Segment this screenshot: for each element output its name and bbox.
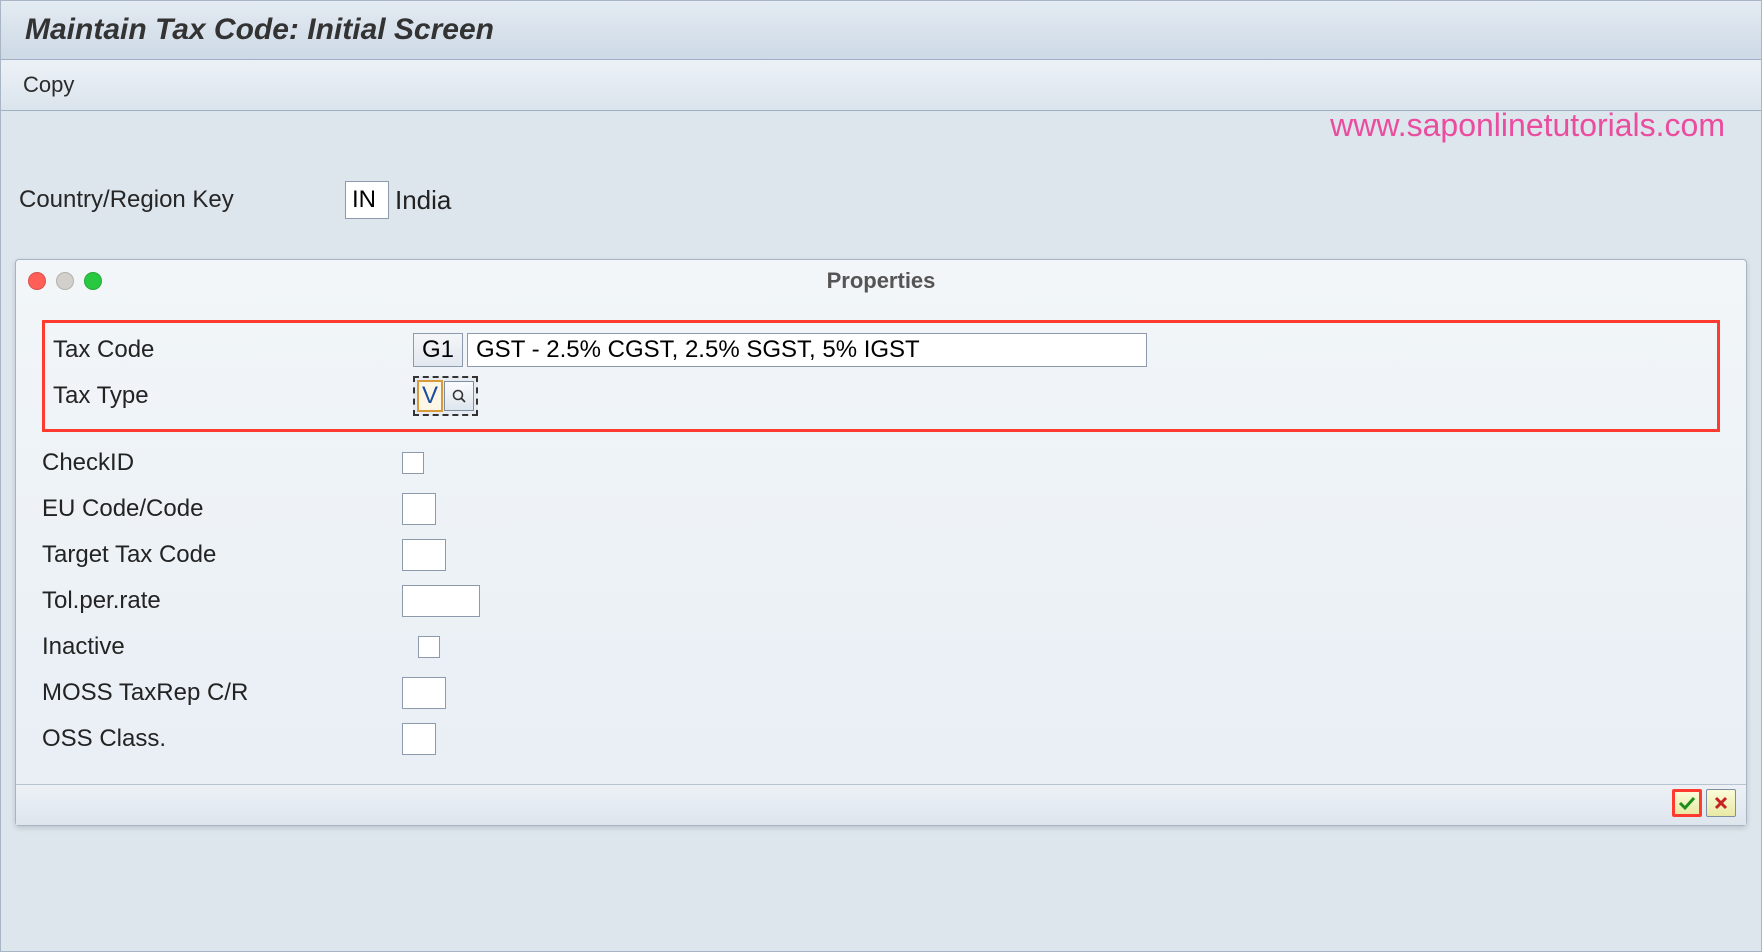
checkid-row: CheckID [42,440,1720,486]
confirm-button[interactable] [1672,789,1702,817]
cancel-button[interactable] [1706,789,1736,817]
search-help-button[interactable] [444,381,474,411]
dialog-titlebar: Properties [16,260,1746,302]
cross-icon [1714,796,1728,810]
target-tax-row: Target Tax Code [42,532,1720,578]
tax-code-field[interactable]: G1 [413,333,463,367]
checkid-label: CheckID [42,449,402,477]
toolbar: Copy [1,60,1761,111]
highlighted-fields: Tax Code G1 Tax Type [42,320,1720,432]
page-title: Maintain Tax Code: Initial Screen [25,13,1737,47]
checkid-checkbox[interactable] [402,452,424,474]
tax-type-field-wrapper [413,376,478,416]
tol-rate-row: Tol.per.rate [42,578,1720,624]
eu-code-input[interactable] [402,493,436,525]
properties-dialog: Properties Tax Code G1 Tax Type [15,259,1747,826]
moss-input[interactable] [402,677,446,709]
maximize-icon[interactable] [84,272,102,290]
eu-code-label: EU Code/Code [42,495,402,523]
country-label: Country/Region Key [5,186,345,214]
eu-code-row: EU Code/Code [42,486,1720,532]
oss-row: OSS Class. [42,716,1720,762]
dialog-body: Tax Code G1 Tax Type [16,302,1746,784]
target-tax-input[interactable] [402,539,446,571]
tax-code-row: Tax Code G1 [53,327,1709,373]
moss-label: MOSS TaxRep C/R [42,679,402,707]
search-icon [451,388,467,404]
check-icon [1678,795,1696,811]
minimize-icon [56,272,74,290]
inactive-label: Inactive [42,633,402,661]
watermark-text: www.saponlinetutorials.com [1330,107,1725,144]
target-tax-label: Target Tax Code [42,541,402,569]
oss-input[interactable] [402,723,436,755]
country-code-field[interactable]: IN [345,181,389,219]
inactive-checkbox[interactable] [418,636,440,658]
close-icon[interactable] [28,272,46,290]
tax-type-input[interactable] [417,380,443,412]
traffic-lights [28,272,102,290]
dialog-footer [16,784,1746,825]
dialog-title: Properties [16,268,1746,294]
tax-code-label: Tax Code [53,336,413,364]
tol-rate-label: Tol.per.rate [42,587,402,615]
tax-type-row: Tax Type [53,373,1709,419]
tax-code-description-input[interactable] [467,333,1147,367]
inactive-row: Inactive [42,624,1720,670]
tol-rate-input[interactable] [402,585,480,617]
country-row: Country/Region Key IN India [5,181,1757,219]
country-name-text: India [395,185,451,216]
oss-label: OSS Class. [42,725,402,753]
title-bar: Maintain Tax Code: Initial Screen [1,1,1761,60]
app-window: Maintain Tax Code: Initial Screen Copy w… [0,0,1762,952]
copy-button[interactable]: Copy [23,72,74,97]
tax-type-label: Tax Type [53,382,413,410]
main-area: www.saponlinetutorials.com Country/Regio… [1,111,1761,219]
moss-row: MOSS TaxRep C/R [42,670,1720,716]
